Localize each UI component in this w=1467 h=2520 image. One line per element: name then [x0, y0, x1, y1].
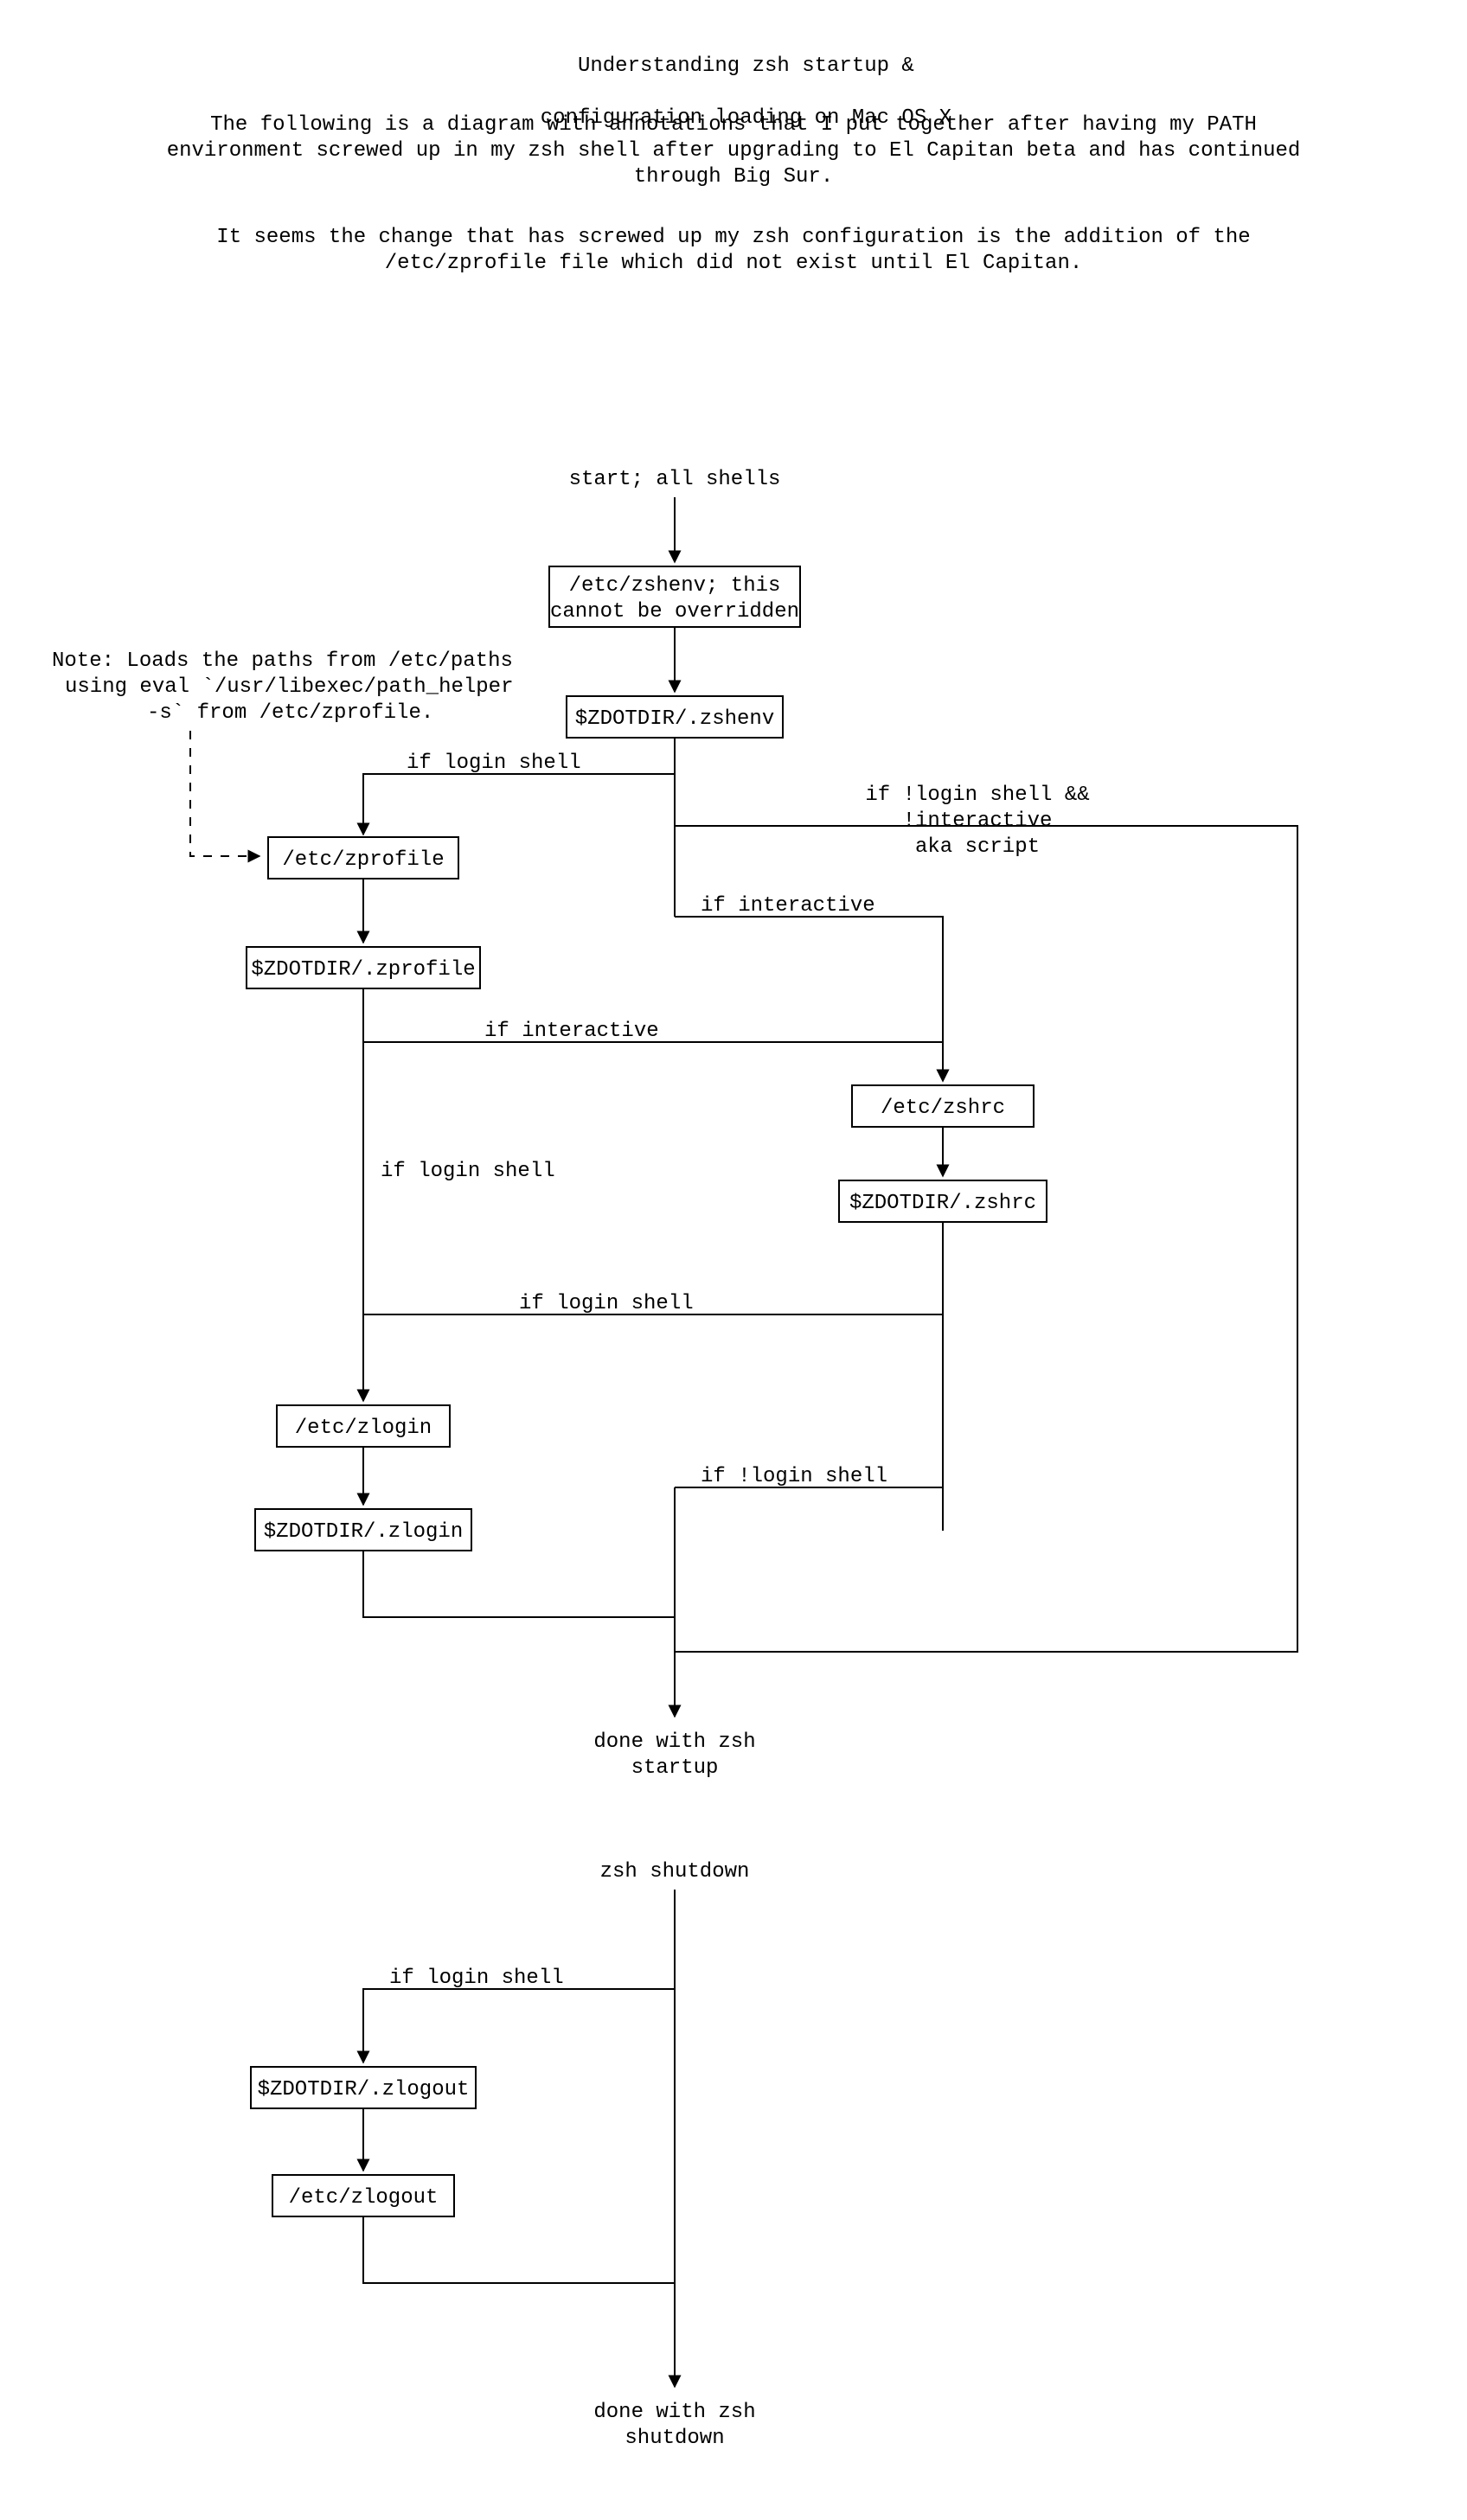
label-if-login-left-mid: if login shell — [381, 1160, 555, 1183]
done-startup-l2: startup — [631, 1756, 719, 1780]
label-script-l2: !interactive — [903, 809, 1053, 833]
node-zdot-zlogout-text: $ZDOTDIR/.zlogout — [258, 2078, 470, 2101]
node-etc-zshenv-l1: /etc/zshenv; this — [569, 574, 781, 598]
label-shutdown-login: if login shell — [389, 1967, 564, 1990]
edge-interactive-right — [675, 917, 943, 1081]
node-etc-zshenv-l2: cannot be overridden — [550, 600, 799, 624]
zsh-shutdown-label: zsh shutdown — [600, 1860, 750, 1884]
edge-left-interactive — [363, 1042, 943, 1081]
node-zdot-zprofile-text: $ZDOTDIR/.zprofile — [251, 958, 475, 982]
node-zdot-zshenv-text: $ZDOTDIR/.zshenv — [575, 707, 774, 731]
label-if-interactive-right: if interactive — [701, 894, 875, 918]
edge-login-branch — [363, 774, 675, 835]
edge-note-zprofile — [190, 731, 259, 856]
edge-zlogout-rejoin — [363, 2216, 675, 2283]
label-if-login-1: if login shell — [407, 752, 581, 775]
label-if-login-from-right: if login shell — [519, 1292, 694, 1315]
node-etc-zlogout-text: /etc/zlogout — [289, 2186, 439, 2210]
flowchart: start; all shells /etc/zshenv; this cann… — [0, 0, 1467, 2520]
edge-script-branch — [675, 826, 1297, 1652]
edge-shutdown-login — [363, 1989, 675, 2063]
label-if-interactive-left: if interactive — [484, 1020, 659, 1043]
node-zdot-zlogin-text: $ZDOTDIR/.zlogin — [264, 1520, 463, 1544]
label-if-not-login: if !login shell — [701, 1465, 887, 1488]
label-script-l1: if !login shell && — [865, 784, 1089, 807]
done-shutdown-l2: shutdown — [625, 2427, 724, 2450]
start-label: start; all shells — [569, 468, 781, 491]
note-l2: using eval `/usr/libexec/path_helper — [65, 675, 513, 699]
edge-zlogin-join — [363, 1551, 675, 1617]
node-etc-zlogin-text: /etc/zlogin — [295, 1417, 432, 1440]
done-shutdown-l1: done with zsh — [593, 2401, 755, 2424]
node-zdot-zshrc-text: $ZDOTDIR/.zshrc — [849, 1192, 1036, 1215]
done-startup-l1: done with zsh — [593, 1730, 755, 1754]
note-l1: Note: Loads the paths from /etc/paths — [52, 649, 513, 673]
node-etc-zprofile-text: /etc/zprofile — [282, 848, 444, 872]
label-script-l3: aka script — [915, 835, 1040, 859]
node-etc-zshrc-text: /etc/zshrc — [881, 1097, 1005, 1120]
note-l3: -s` from /etc/zprofile. — [147, 701, 433, 725]
